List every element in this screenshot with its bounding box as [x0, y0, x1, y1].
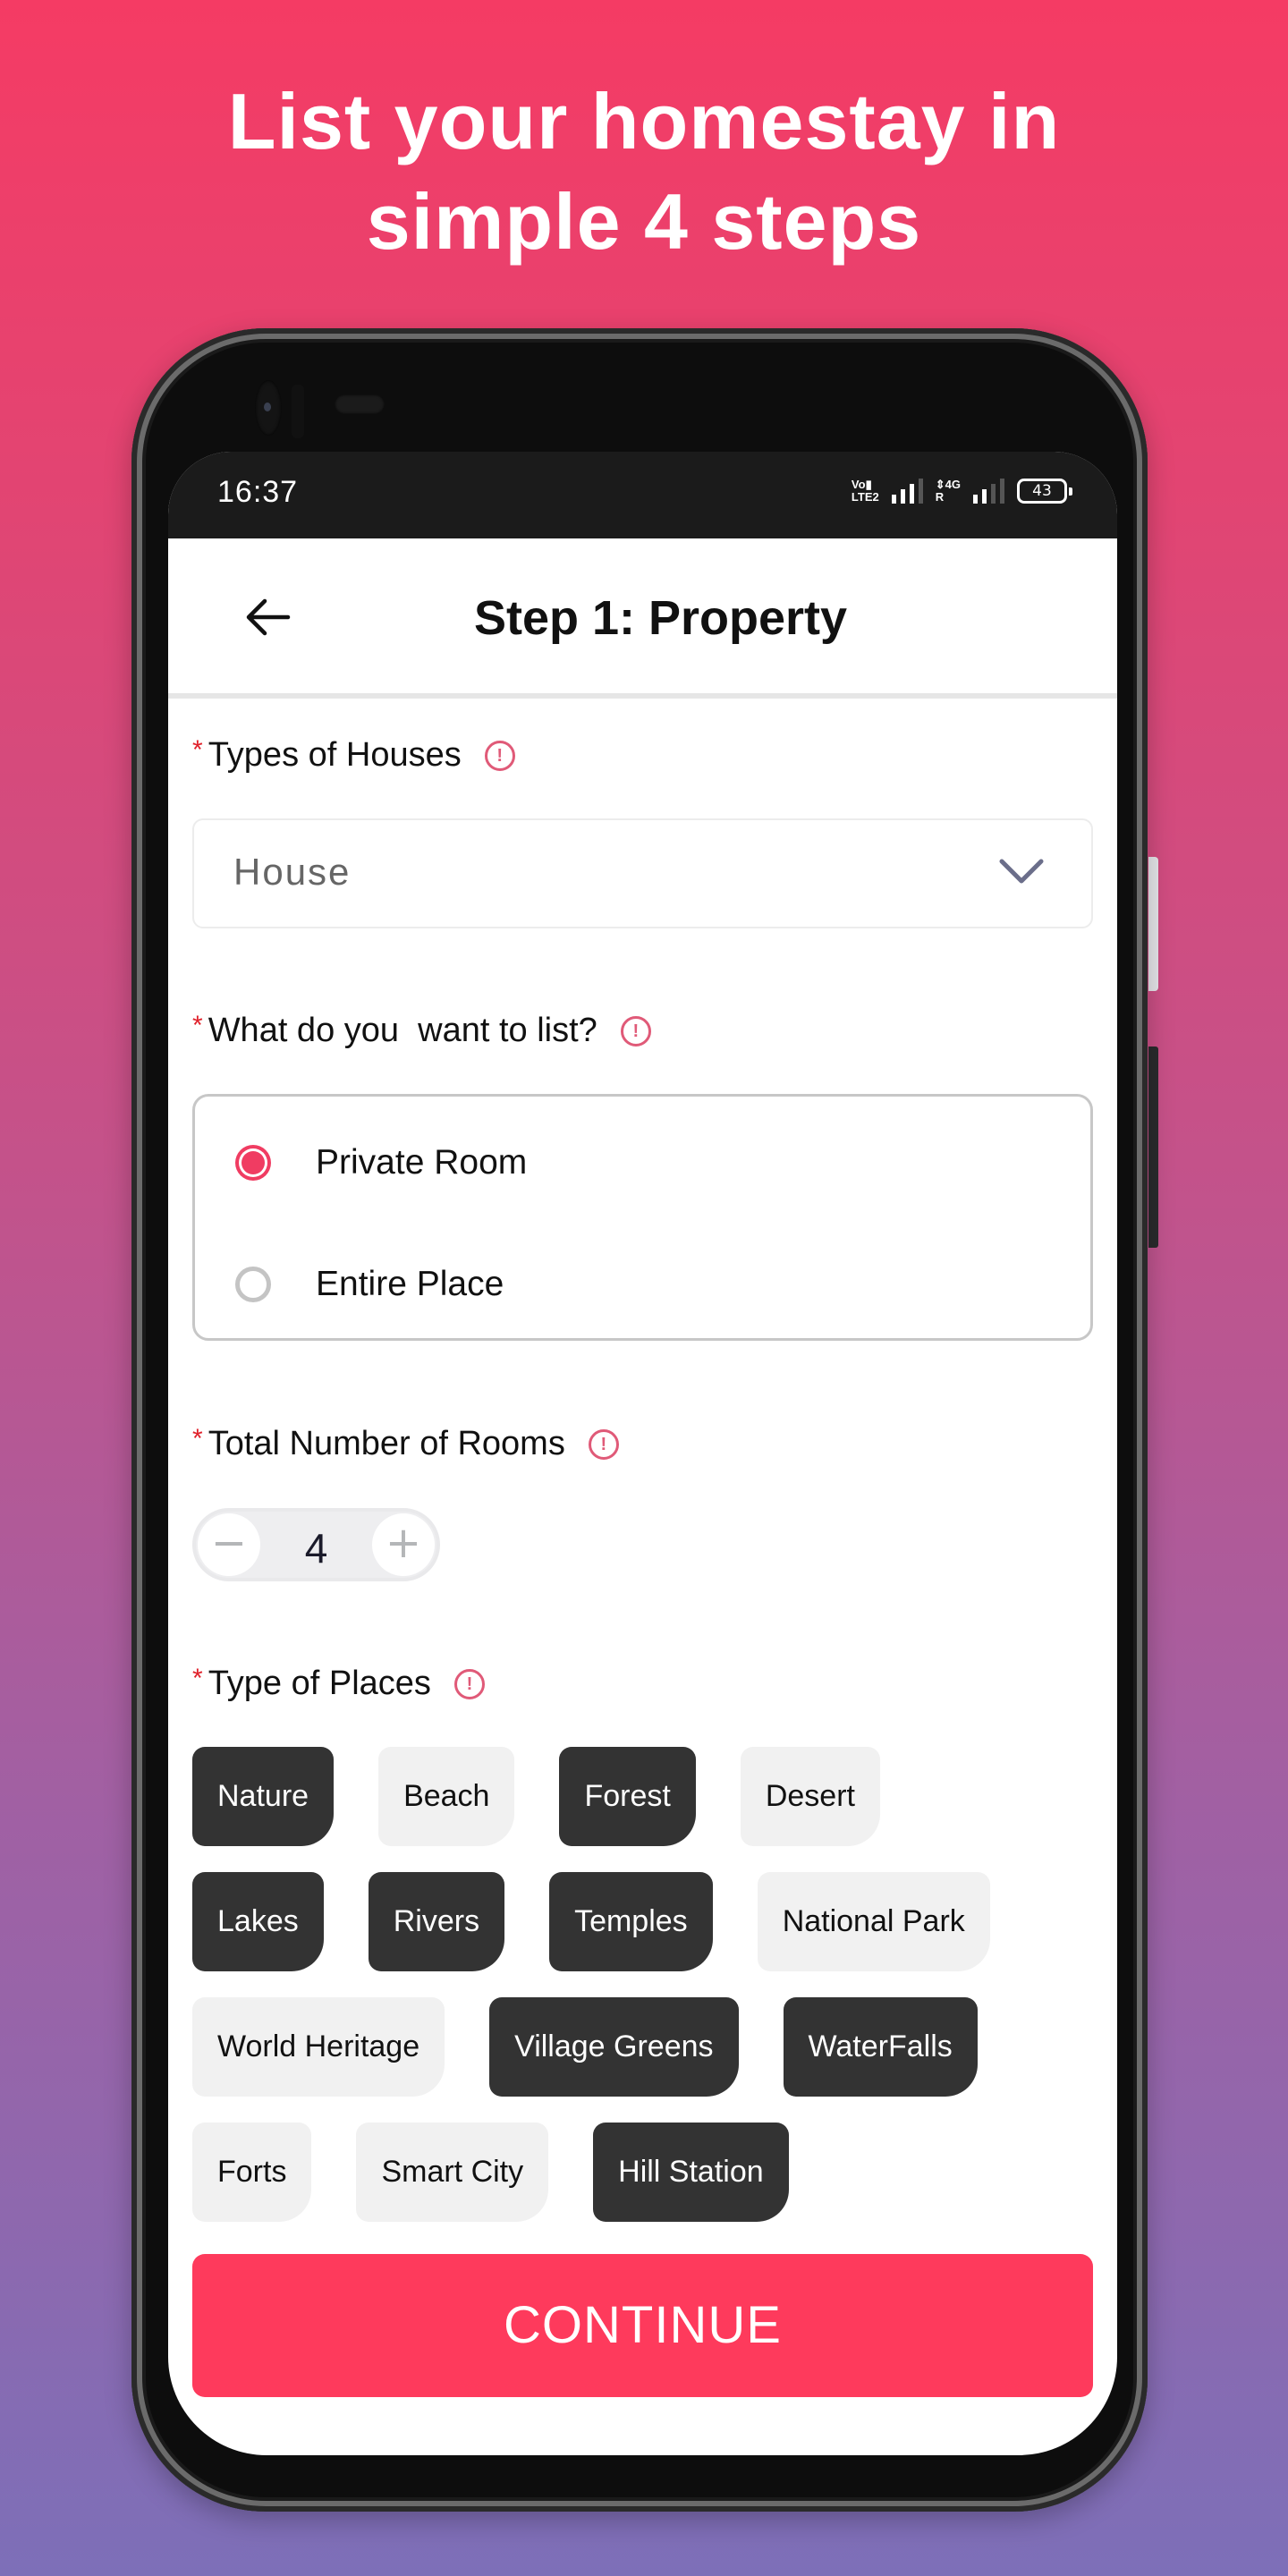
- required-asterisk: *: [192, 1663, 203, 1693]
- signal-strength-icon-sim2: [973, 479, 1004, 504]
- required-asterisk: *: [192, 1010, 203, 1040]
- roaming-indicator: R: [935, 490, 945, 504]
- place-type-chip[interactable]: Temples: [549, 1872, 713, 1971]
- place-types-label-text: Type of Places: [208, 1665, 431, 1702]
- promo-title-line-2: simple 4 steps: [366, 177, 922, 266]
- place-type-chip[interactable]: WaterFalls: [783, 1997, 978, 2097]
- status-icons: Vo▮ LTE2 ⇕4G R 43: [852, 479, 1072, 504]
- promo-title: List your homestay in simple 4 steps: [0, 72, 1288, 272]
- listing-type-label: * What do you want to list? !: [192, 1010, 651, 1050]
- rooms-label-text: Total Number of Rooms: [208, 1425, 565, 1462]
- increment-button[interactable]: +: [372, 1513, 435, 1576]
- radio-unselected-icon: [235, 1267, 271, 1302]
- radio-label: Entire Place: [316, 1265, 504, 1303]
- place-type-chip[interactable]: Nature: [192, 1747, 335, 1846]
- power-button: [1148, 1046, 1158, 1248]
- place-type-chip[interactable]: World Heritage: [192, 1997, 445, 2097]
- proximity-sensor: [292, 385, 304, 438]
- status-bar: 16:37 Vo▮ LTE2 ⇕4G R 43: [168, 452, 1117, 538]
- place-type-chip[interactable]: Smart City: [356, 2123, 549, 2222]
- network-type: 4G: [945, 478, 961, 491]
- info-icon[interactable]: !: [453, 1668, 485, 1699]
- status-time: 16:37: [217, 475, 299, 509]
- volte-label-top: Vo▮: [851, 478, 872, 491]
- place-type-chip[interactable]: Desert: [740, 1747, 880, 1846]
- chip-row: World Heritage Village Greens WaterFalls: [192, 1997, 1105, 2097]
- phone-screen: 16:37 Vo▮ LTE2 ⇕4G R 43 Step 1: Property…: [168, 452, 1117, 2455]
- place-type-chip[interactable]: Village Greens: [489, 1997, 739, 2097]
- chip-row: Forts Smart City Hill Station: [192, 2123, 1105, 2222]
- place-type-chip[interactable]: National Park: [757, 1872, 990, 1971]
- volte-label-bottom: LTE2: [851, 490, 879, 504]
- place-type-chip[interactable]: Beach: [378, 1747, 515, 1846]
- radio-label: Private Room: [316, 1143, 528, 1182]
- info-icon[interactable]: !: [484, 740, 515, 771]
- place-type-chip[interactable]: Lakes: [192, 1872, 324, 1971]
- listing-type-label-text: What do you want to list?: [208, 1012, 597, 1049]
- earpiece-speaker: [335, 394, 385, 414]
- signal-strength-icon-sim1: [891, 479, 923, 504]
- page-title: Step 1: Property: [473, 591, 848, 645]
- volte-icon: Vo▮ LTE2: [852, 479, 879, 504]
- house-type-label: * Types of Houses !: [192, 734, 515, 775]
- chip-row: Lakes Rivers Temples National Park: [192, 1872, 1105, 1971]
- promo-title-line-1: List your homestay in: [227, 77, 1061, 165]
- continue-button[interactable]: CONTINUE: [192, 2254, 1093, 2397]
- place-type-chip[interactable]: Forest: [559, 1747, 696, 1846]
- place-type-chip[interactable]: Rivers: [368, 1872, 505, 1971]
- radio-selected-icon: [235, 1145, 271, 1181]
- front-camera-icon: [255, 380, 282, 436]
- rooms-stepper: − 4 +: [192, 1508, 440, 1581]
- place-type-chips: Nature Beach Forest Desert Lakes Rivers Temple…: [192, 1747, 1105, 2248]
- info-icon[interactable]: !: [620, 1015, 651, 1046]
- radio-entire-place[interactable]: Entire Place: [235, 1265, 504, 1304]
- required-asterisk: *: [192, 734, 203, 765]
- info-icon[interactable]: !: [588, 1428, 619, 1460]
- listing-type-radio-group: Private Room Entire Place: [192, 1094, 1093, 1341]
- place-type-chip[interactable]: Forts: [192, 2123, 312, 2222]
- place-type-chip[interactable]: Hill Station: [593, 2123, 789, 2222]
- battery-icon: 43: [1017, 479, 1072, 504]
- house-type-value: House: [233, 851, 352, 893]
- chip-row: Nature Beach Forest Desert: [192, 1747, 1105, 1846]
- network-4g-icon: ⇕4G R: [935, 478, 961, 504]
- app-header: Step 1: Property: [168, 538, 1117, 699]
- radio-private-room[interactable]: Private Room: [235, 1143, 527, 1182]
- house-type-select[interactable]: House: [192, 818, 1093, 928]
- house-type-label-text: Types of Houses: [208, 736, 462, 774]
- chevron-down-icon: [999, 859, 1044, 884]
- required-asterisk: *: [192, 1423, 203, 1453]
- battery-level: 43: [1032, 482, 1052, 500]
- volume-button: [1148, 857, 1158, 991]
- rooms-label: * Total Number of Rooms !: [192, 1423, 619, 1463]
- place-types-label: * Type of Places !: [192, 1663, 485, 1703]
